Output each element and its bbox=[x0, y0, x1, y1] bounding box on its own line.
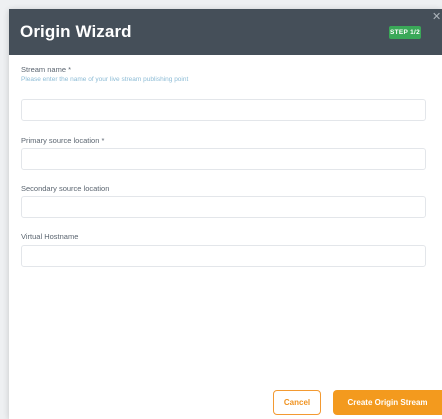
secondary-source-input[interactable] bbox=[21, 196, 426, 218]
create-origin-stream-button[interactable]: Create Origin Stream bbox=[333, 390, 442, 415]
virtual-hostname-label: Virtual Hostname bbox=[21, 232, 79, 241]
cancel-button[interactable]: Cancel bbox=[273, 390, 321, 415]
step-badge: STEP 1/2 bbox=[389, 26, 421, 39]
virtual-hostname-input[interactable] bbox=[21, 245, 426, 267]
dialog-header: Origin Wizard STEP 1/2 bbox=[9, 9, 442, 55]
secondary-source-label: Secondary source location bbox=[21, 184, 110, 193]
stream-name-input[interactable] bbox=[21, 99, 426, 121]
primary-source-label: Primary source location * bbox=[21, 136, 105, 145]
stream-name-help: Please enter the name of your live strea… bbox=[21, 76, 189, 83]
stream-name-label: Stream name * bbox=[21, 65, 72, 74]
close-icon[interactable]: ✕ bbox=[432, 12, 442, 23]
primary-source-input[interactable] bbox=[21, 148, 426, 170]
dialog-title: Origin Wizard bbox=[20, 22, 132, 41]
origin-wizard-dialog: Origin Wizard STEP 1/2 ✕ Stream name * P… bbox=[9, 9, 442, 419]
